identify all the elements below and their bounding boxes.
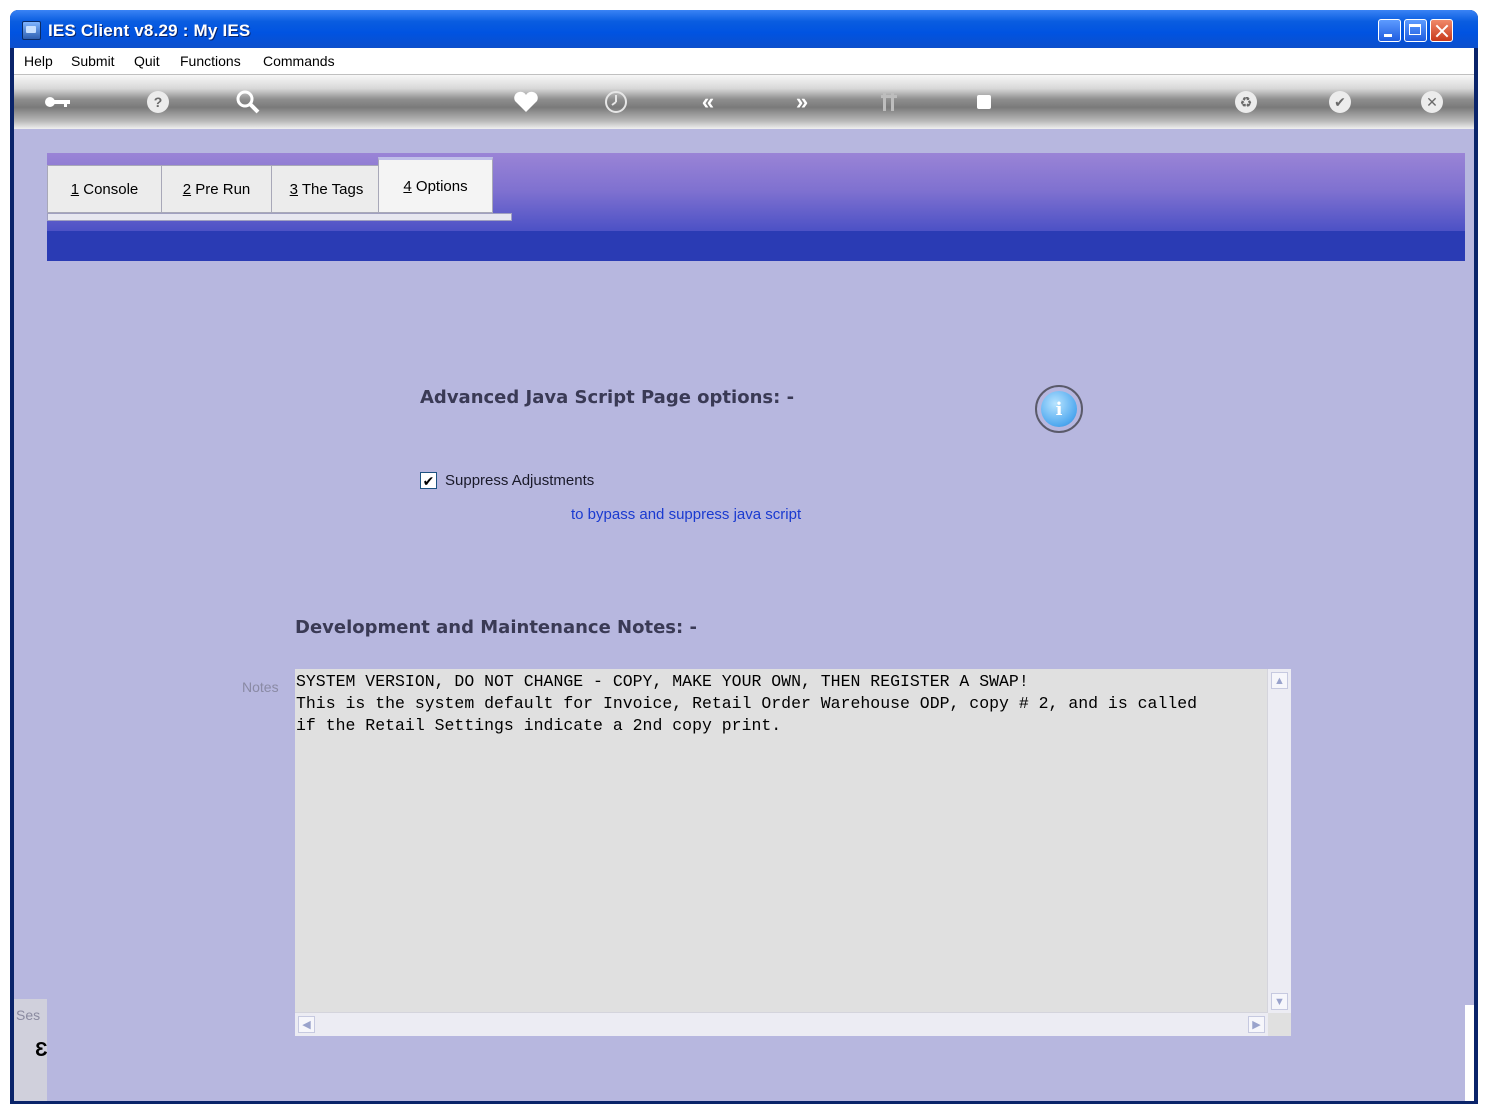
tab-console-label: Console	[79, 180, 139, 198]
menu-quit[interactable]: Quit	[134, 53, 160, 69]
menu-help[interactable]: Help	[24, 53, 53, 69]
options-heading: Advanced Java Script Page options: -	[420, 387, 795, 408]
menu-commands[interactable]: Commands	[263, 53, 335, 69]
notes-content[interactable]: SYSTEM VERSION, DO NOT CHANGE - COPY, MA…	[296, 671, 1262, 1011]
tab-options-label: Options	[411, 177, 468, 195]
help-icon[interactable]: ?	[144, 88, 172, 116]
cancel-icon[interactable]: ✕	[1418, 88, 1446, 116]
info-icon[interactable]: i	[1035, 385, 1083, 433]
app-icon	[22, 21, 41, 40]
window-title: IES Client v8.29 : My IES	[48, 21, 251, 40]
notes-horizontal-scrollbar[interactable]: ◀ ▶	[295, 1012, 1268, 1036]
toolbar: ? « » ♻ ✔ ✕	[14, 75, 1474, 129]
notes-textarea[interactable]: SYSTEM VERSION, DO NOT CHANGE - COPY, MA…	[295, 669, 1291, 1036]
tab-console-key: 1	[70, 180, 80, 198]
scroll-right-icon[interactable]: ▶	[1248, 1016, 1265, 1033]
notes-vertical-scrollbar[interactable]: ▲ ▼	[1267, 669, 1291, 1013]
app-window: IES Client v8.29 : My IES Help Submit Qu…	[10, 10, 1478, 1104]
tab-pre-run[interactable]: 2 Pre Run	[161, 165, 272, 213]
side-panel-text: Ses	[16, 1007, 41, 1023]
client-area: 1 Console 2 Pre Run 3 The Tags 4 Options…	[14, 129, 1474, 1101]
scroll-up-icon[interactable]: ▲	[1271, 672, 1288, 689]
suppress-adjustments-checkbox[interactable]: ✔	[420, 472, 437, 489]
tab-underline	[47, 213, 512, 221]
menu-functions[interactable]: Functions	[180, 53, 241, 69]
menu-bar: Help Submit Quit Functions Commands	[14, 48, 1474, 75]
tools-icon[interactable]	[876, 88, 904, 116]
heart-icon[interactable]	[512, 88, 540, 116]
menu-submit[interactable]: Submit	[71, 53, 115, 69]
recycle-icon[interactable]: ♻	[1232, 88, 1260, 116]
tab-options[interactable]: 4 Options	[378, 157, 493, 213]
scroll-left-icon[interactable]: ◀	[298, 1016, 315, 1033]
key-icon[interactable]	[44, 88, 72, 116]
forward-icon[interactable]: »	[788, 88, 816, 116]
tab-pre-run-key: 2	[182, 180, 192, 198]
tab-the-tags-key: 3	[289, 180, 298, 198]
search-icon[interactable]	[234, 88, 262, 116]
info-icon-glyph: i	[1041, 391, 1077, 427]
tab-the-tags-label: The Tags	[298, 180, 364, 198]
title-bar[interactable]: IES Client v8.29 : My IES	[10, 10, 1478, 48]
maximize-button[interactable]	[1404, 19, 1427, 42]
back-icon[interactable]: «	[694, 88, 722, 116]
banner-strip	[47, 231, 1465, 261]
check-icon[interactable]: ✔	[1326, 88, 1354, 116]
clock-icon[interactable]	[602, 88, 630, 116]
tab-pre-run-label: Pre Run	[191, 180, 251, 198]
tab-options-key: 4	[403, 177, 412, 195]
tab-banner: 1 Console 2 Pre Run 3 The Tags 4 Options	[47, 153, 1465, 261]
tab-the-tags[interactable]: 3 The Tags	[271, 165, 382, 213]
right-edge-stub	[1465, 1005, 1474, 1101]
notes-label: Notes	[242, 679, 279, 695]
notes-heading: Development and Maintenance Notes: -	[295, 617, 697, 638]
scroll-down-icon[interactable]: ▼	[1271, 993, 1288, 1010]
side-panel-glyph: Ɛ	[35, 1039, 48, 1061]
suppress-hint: to bypass and suppress java script	[571, 506, 802, 523]
minimize-button[interactable]	[1378, 19, 1401, 42]
suppress-adjustments-label[interactable]: Suppress Adjustments	[445, 472, 594, 489]
stop-icon[interactable]	[970, 88, 998, 116]
close-window-button[interactable]	[1430, 19, 1453, 42]
tab-console[interactable]: 1 Console	[47, 165, 162, 213]
